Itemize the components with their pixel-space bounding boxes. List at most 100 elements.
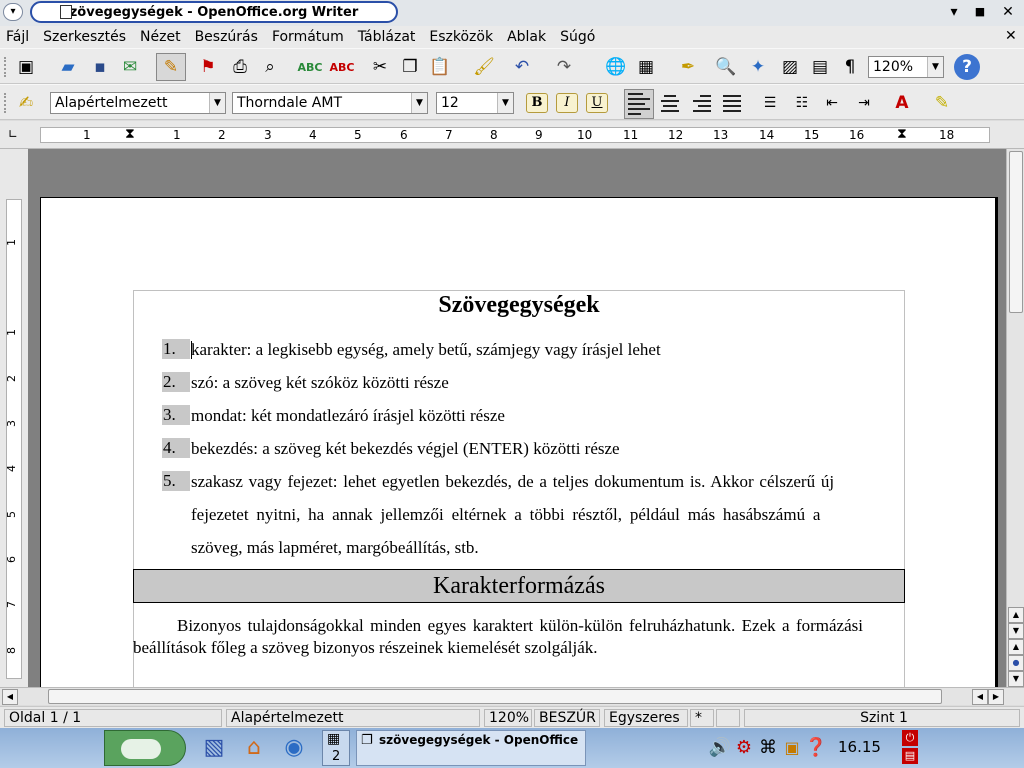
hyperlink-icon[interactable]: 🌐 [604,55,628,79]
format-paintbrush-icon[interactable]: 🖌 [472,55,496,79]
scroll-down-button[interactable]: ▼ [1008,623,1024,639]
scroll-right-button[interactable]: ▶ [988,689,1004,705]
right-indent-marker[interactable]: ⧗ [897,126,907,142]
paste-icon[interactable]: 📋 [428,55,452,79]
help-icon[interactable]: ? [954,54,980,80]
zoom-select[interactable]: 120% ▼ [868,56,944,78]
status-insert-mode[interactable]: BESZÚR [534,709,600,727]
increase-indent-icon[interactable]: ⇥ [852,91,876,115]
list-item[interactable]: 2. szó: a szöveg két szóköz közötti rész… [162,366,904,399]
status-zoom[interactable]: 120% [484,709,532,727]
menu-format[interactable]: Formátum [272,29,344,45]
desktop-icon[interactable]: ▧ [200,734,228,762]
copy-icon[interactable]: ❐ [398,55,422,79]
align-center-button[interactable] [658,92,682,116]
auto-spellcheck-icon[interactable]: ABC [330,55,355,79]
italic-button[interactable]: I [556,93,578,113]
data-sources-icon[interactable]: ▤ [808,55,832,79]
print-preview-icon[interactable]: ⌕ [258,55,282,79]
list-item[interactable]: 3. mondat: két mondatlezáró írásjel közö… [162,399,904,432]
list-item[interactable]: 4. bekezdés: a szöveg két bekezdés végje… [162,432,904,465]
lock-icon[interactable]: ▤ [902,748,918,764]
vertical-ruler[interactable]: 1 1 2 3 4 5 6 7 8 [0,149,28,687]
status-modified[interactable]: * [690,709,714,727]
browser-icon[interactable]: ◉ [280,734,308,762]
decrease-indent-icon[interactable]: ⇤ [820,91,844,115]
align-right-button[interactable] [690,92,714,116]
horizontal-scroll-thumb[interactable] [48,689,942,704]
email-icon[interactable]: ✉ [118,55,142,79]
section-heading[interactable]: Karakterformázás [133,569,905,603]
styles-formatting-icon[interactable]: ✍ [14,91,38,115]
gallery-icon[interactable]: ▨ [778,55,802,79]
font-size-select[interactable]: 12 ▼ [436,92,514,114]
status-selection-mode[interactable]: Egyszeres [604,709,688,727]
maximize-button[interactable]: ■ [970,3,990,21]
status-signature[interactable] [716,709,740,727]
menu-edit[interactable]: Szerkesztés [43,29,126,45]
help-icon[interactable]: ❓ [802,734,830,762]
menu-help[interactable]: Súgó [560,29,595,45]
window-menu-button[interactable]: ▾ [3,3,23,21]
horizontal-scrollbar[interactable]: ◀ ◀ ▶ [0,687,1024,705]
document-page[interactable]: Szövegegységek 1. karakter: a legkisebb … [40,197,996,700]
find-replace-icon[interactable]: 🔍 [714,55,738,79]
status-page[interactable]: Oldal 1 / 1 [4,709,222,727]
save-icon[interactable]: ▪ [88,55,112,79]
align-left-button[interactable] [624,89,654,119]
clock[interactable]: 16.15 [838,738,881,756]
home-folder-icon[interactable]: ⌂ [240,734,268,762]
highlighting-icon[interactable]: ✎ [930,91,954,115]
tab-type-icon[interactable]: ∟ [8,127,22,141]
cut-icon[interactable]: ✂ [368,55,392,79]
list-item[interactable]: 1. karakter: a legkisebb egység, amely b… [162,333,904,366]
list-item[interactable]: 5. szakasz vagy fejezet: lehet egyetlen … [162,465,904,498]
minimize-button[interactable]: ▾ [944,3,964,21]
pdf-export-icon[interactable]: ⚑ [196,55,220,79]
status-page-style[interactable]: Alapértelmezett [226,709,480,727]
justify-button[interactable] [720,92,744,116]
previous-page-button[interactable]: ▲ [1008,639,1024,655]
close-button[interactable]: ✕ [998,3,1018,21]
start-menu-button[interactable] [104,730,186,766]
bold-button[interactable]: B [526,93,548,113]
power-icon[interactable]: ⏻ [902,730,918,746]
menu-insert[interactable]: Beszúrás [195,29,258,45]
open-folder-icon[interactable]: ▰ [56,55,80,79]
numbering-icon[interactable]: ☰ [758,91,782,115]
navigation-icon[interactable]: ● [1008,655,1024,671]
spellcheck-icon[interactable]: ABC [298,55,323,79]
draw-functions-icon[interactable]: ✒ [676,55,700,79]
toolbar-grip[interactable] [4,93,8,113]
nonprinting-characters-icon[interactable]: ¶ [838,55,862,79]
print-icon[interactable]: ⎙ [228,55,252,79]
font-name-select[interactable]: Thorndale AMT ▼ [232,92,428,114]
menu-view[interactable]: Nézet [140,29,181,45]
document-area[interactable]: Szövegegységek 1. karakter: a legkisebb … [28,149,1006,700]
document-close-button[interactable]: ✕ [1005,28,1017,44]
paragraph-style-select[interactable]: Alapértelmezett ▼ [50,92,226,114]
vertical-scrollbar[interactable]: ▲ ▼ ▲ ● ▼ [1006,149,1024,687]
list-continuation[interactable]: fejezetet nyitni, ha annak jellemzői elt… [191,498,904,531]
scroll-left-button[interactable]: ◀ [2,689,18,705]
list-continuation[interactable]: szöveg, más lapméret, margóbeállítás, st… [191,531,904,564]
new-document-icon[interactable]: ▣ [14,55,38,79]
desktop-pager[interactable]: ▦ 2 [322,730,350,766]
menu-table[interactable]: Táblázat [358,29,416,45]
scroll-left-button-end[interactable]: ◀ [972,689,988,705]
menu-tools[interactable]: Eszközök [429,29,493,45]
menu-window[interactable]: Ablak [507,29,546,45]
bullets-icon[interactable]: ☷ [790,91,814,115]
scroll-up-button[interactable]: ▲ [1008,607,1024,623]
body-paragraph[interactable]: Bizonyos tulajdonságokkal minden egyes k… [133,615,863,659]
menu-file[interactable]: Fájl [6,29,29,45]
font-color-icon[interactable]: A [890,91,914,115]
edit-mode-icon[interactable]: ✎ [156,53,186,81]
redo-icon[interactable]: ↷ [552,55,576,79]
navigator-icon[interactable]: ✦ [746,55,770,79]
taskbar-window-button[interactable]: ❐ szövegegységek - OpenOffice [356,730,586,766]
next-page-button[interactable]: ▼ [1008,671,1024,687]
toolbar-grip[interactable] [4,57,8,77]
vertical-scroll-thumb[interactable] [1009,151,1023,313]
underline-button[interactable]: U [586,93,608,113]
